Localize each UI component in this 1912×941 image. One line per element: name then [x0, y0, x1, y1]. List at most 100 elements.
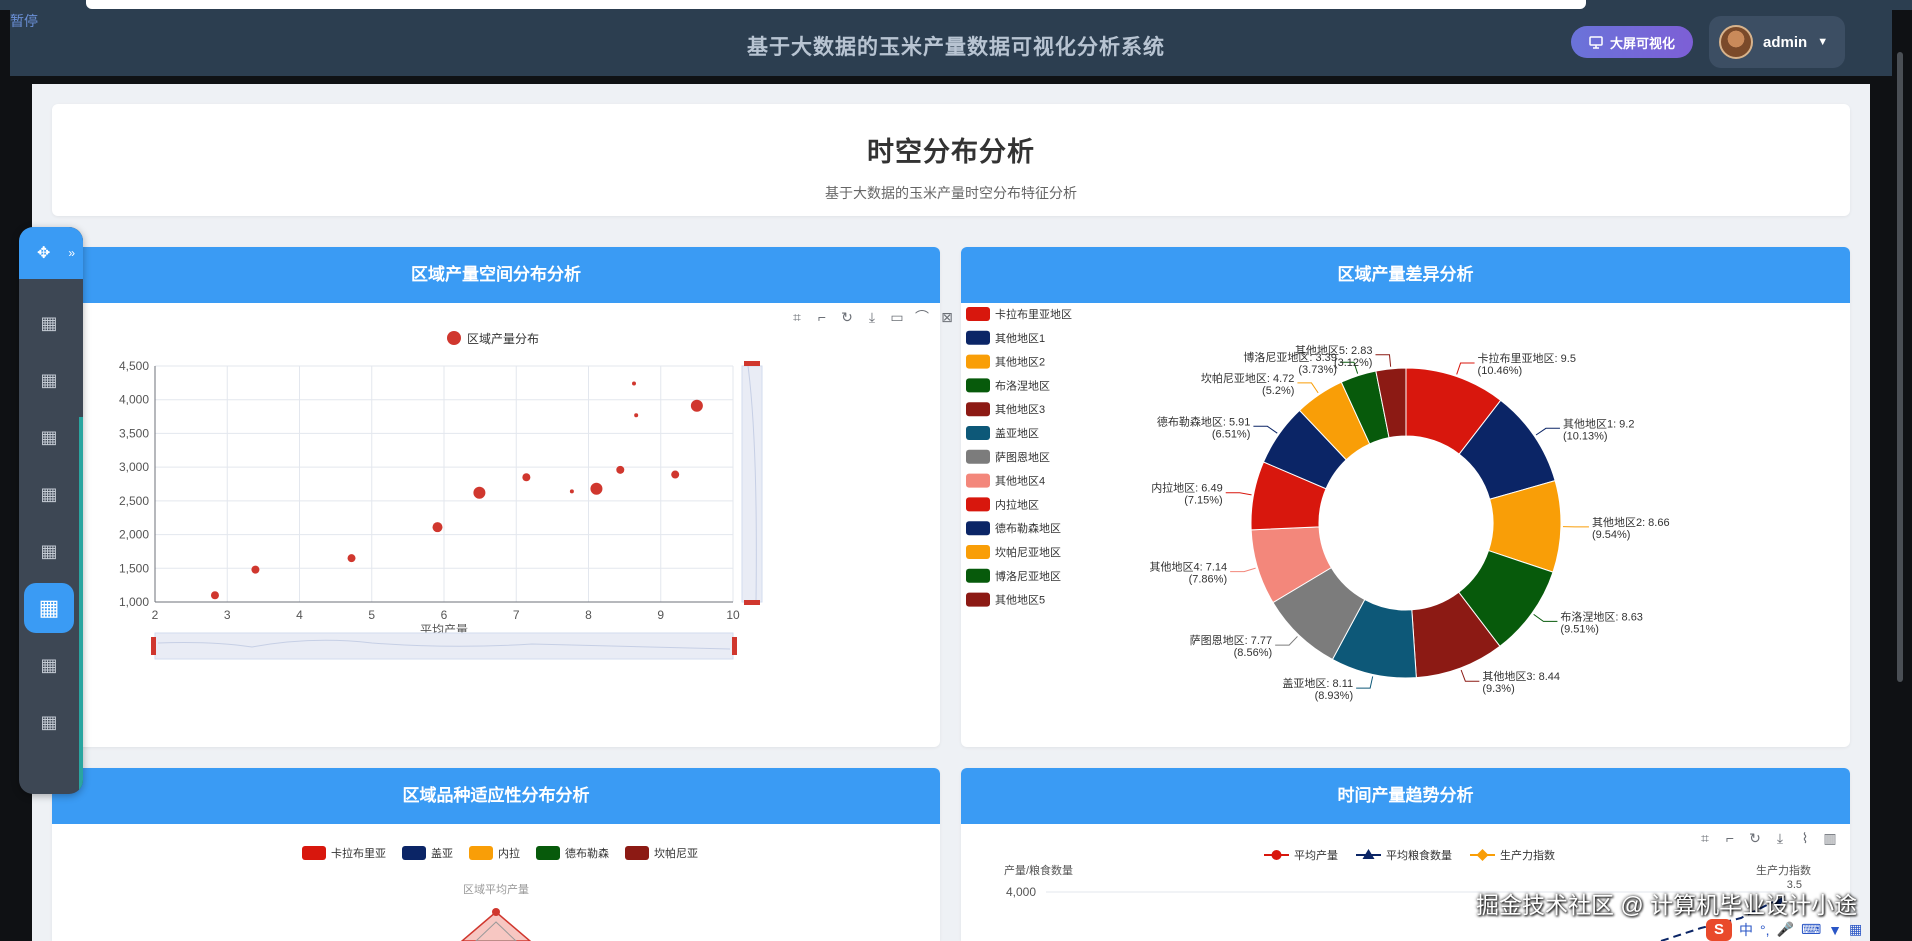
browser-tab-edge	[86, 0, 1586, 9]
paused-indicator: 暂停	[10, 13, 38, 29]
pie-panel-title: 区域产量差异分析	[961, 247, 1850, 303]
clear-select-icon[interactable]: ⊠	[939, 309, 955, 325]
avatar	[1719, 25, 1753, 59]
scatter-panel-title: 区域产量空间分布分析	[52, 247, 940, 303]
scatter-point	[251, 565, 260, 574]
legend-label: 盖亚	[431, 846, 453, 860]
legend-swatch	[966, 426, 990, 440]
grid-icon: ▦	[40, 540, 58, 561]
app-header: 基于大数据的玉米产量数据可视化分析系统 大屏可视化 admin ▼	[10, 10, 1902, 76]
user-menu[interactable]: admin ▼	[1709, 16, 1845, 68]
rect-select-icon[interactable]: ▭	[889, 309, 905, 325]
legend-swatch	[966, 449, 990, 464]
pie-label: 卡拉布里亚地区: 9.5	[1478, 351, 1576, 365]
nav-item-1[interactable]: ▦	[19, 294, 79, 352]
pie-label-percent: (10.13%)	[1563, 430, 1608, 442]
bigscreen-label: 大屏可视化	[1609, 35, 1675, 51]
nav-item-4[interactable]: ▦	[19, 465, 79, 523]
scatter-point	[522, 473, 531, 482]
x-tick-label: 10	[726, 608, 740, 622]
legend-swatch	[469, 846, 493, 860]
legend-label: 平均粮食数量	[1386, 848, 1452, 862]
radar-chart: 卡拉布里亚 盖亚 内拉 德布勒森 坎帕尼亚区域平均产量	[302, 846, 698, 941]
move-icon[interactable]: ✥	[37, 243, 50, 263]
legend-label: 其他地区2	[995, 356, 1045, 369]
legend-swatch	[966, 545, 990, 559]
zoom-select-icon[interactable]: ⌗	[789, 309, 805, 325]
scatter-point	[347, 554, 356, 563]
pie-label-line	[1375, 354, 1392, 367]
zoom-back-icon[interactable]: ⌐	[814, 309, 830, 325]
pie-label: 内拉地区: 6.49	[1151, 481, 1223, 495]
ime-toolbar[interactable]: S 中 °, 🎤 ⌨ ▼ ▦	[1706, 918, 1912, 941]
y-tick-label: 4,000	[119, 393, 149, 407]
legend-label: 博洛尼亚地区	[995, 569, 1061, 583]
nav-item-8[interactable]: ▦	[19, 693, 79, 751]
legend-label: 其他地区3	[995, 403, 1045, 416]
x-tick-label: 5	[368, 608, 375, 622]
pie-label: 其他地区2: 8.66	[1592, 516, 1670, 529]
pie-label-line	[1297, 382, 1319, 394]
legend-label: 其他地区1	[995, 332, 1045, 345]
grid-icon: ▦	[40, 483, 58, 504]
nav-item-5[interactable]: ▦	[19, 522, 79, 580]
bigscreen-button[interactable]: 大屏可视化	[1571, 26, 1693, 58]
legend-swatch	[966, 330, 990, 345]
legend-swatch	[966, 521, 990, 536]
pie-label-percent: (10.46%)	[1478, 365, 1523, 377]
legend-swatch	[966, 497, 990, 512]
nav-item-2[interactable]: ▦	[19, 351, 79, 409]
download-icon[interactable]: ⤓	[1772, 830, 1788, 846]
zoom-select-icon[interactable]: ⌗	[1697, 830, 1713, 846]
pie-label-percent: (9.51%)	[1560, 623, 1599, 635]
legend-label: 坎帕尼亚地区	[995, 545, 1061, 559]
chart-toolbox: ⌗ ⌐ ↻ ⤓ ▭ ⌒ ⊠	[789, 309, 955, 326]
restore-icon[interactable]: ↻	[1747, 830, 1763, 846]
legend-label: 卡拉布里亚	[331, 846, 386, 860]
y-tick-label: 1,500	[119, 561, 149, 575]
pie-label: 坎帕尼亚地区: 4.72	[1201, 371, 1295, 385]
lasso-select-icon[interactable]: ⌒	[914, 309, 930, 325]
y-datazoom-handle-top	[744, 361, 760, 366]
watermark: 掘金技术社区 @ 计算机毕业设计小途	[1476, 892, 1858, 918]
y-tick-label: 3,500	[119, 426, 149, 440]
radar-indicator-label: 区域平均产量	[463, 882, 529, 896]
page-subtitle: 基于大数据的玉米产量时空分布特征分析	[825, 185, 1077, 201]
legend-label: 其他地区4	[995, 475, 1045, 488]
page-title: 时空分布分析	[867, 137, 1035, 167]
nav-item-3[interactable]: ▦	[19, 408, 79, 466]
pie-label-percent: (7.15%)	[1184, 495, 1223, 507]
scrollbar-thumb[interactable]	[1897, 52, 1903, 682]
bar-chart-icon[interactable]: ▥	[1822, 830, 1838, 846]
download-icon[interactable]: ⤓	[864, 309, 880, 325]
scatter-point	[569, 489, 574, 494]
pie-label-percent: (8.93%)	[1315, 690, 1354, 702]
pie-label-percent: (7.86%)	[1189, 574, 1228, 586]
scatter-point	[473, 486, 486, 499]
x-datazoom-handle-left	[151, 637, 156, 655]
grid-icon: ▦	[40, 369, 58, 390]
zoom-back-icon[interactable]: ⌐	[1722, 830, 1738, 846]
legend-swatch	[625, 846, 649, 860]
pie-label-percent: (9.54%)	[1592, 529, 1631, 541]
keyboard-icon: ⌨	[1800, 921, 1822, 937]
legend-marker	[447, 331, 461, 345]
pie-label: 其他地区5: 2.83	[1295, 344, 1373, 357]
restore-icon[interactable]: ↻	[839, 309, 855, 325]
pie-label-line	[1230, 567, 1256, 573]
sogou-icon: S	[1706, 918, 1732, 941]
scatter-point	[432, 522, 443, 533]
pie-label: 布洛涅地区: 8.63	[1560, 609, 1643, 623]
y-tick-label: 4,500	[119, 359, 149, 373]
line-chart-icon[interactable]: ⌇	[1797, 830, 1813, 846]
scatter-point	[616, 465, 625, 474]
grid-icon: ▦	[40, 426, 58, 447]
expand-icon[interactable]: »	[68, 246, 75, 260]
y-datazoom-handle-bottom	[744, 600, 760, 605]
legend-swatch	[302, 846, 326, 860]
nav-item-7[interactable]: ▦	[19, 636, 79, 694]
nav-item-6-active[interactable]: ▦	[19, 579, 79, 637]
legend-label: 区域产量分布	[467, 332, 539, 346]
page-scrollbar[interactable]	[1892, 10, 1912, 941]
legend-label: 布洛涅地区	[995, 378, 1050, 392]
